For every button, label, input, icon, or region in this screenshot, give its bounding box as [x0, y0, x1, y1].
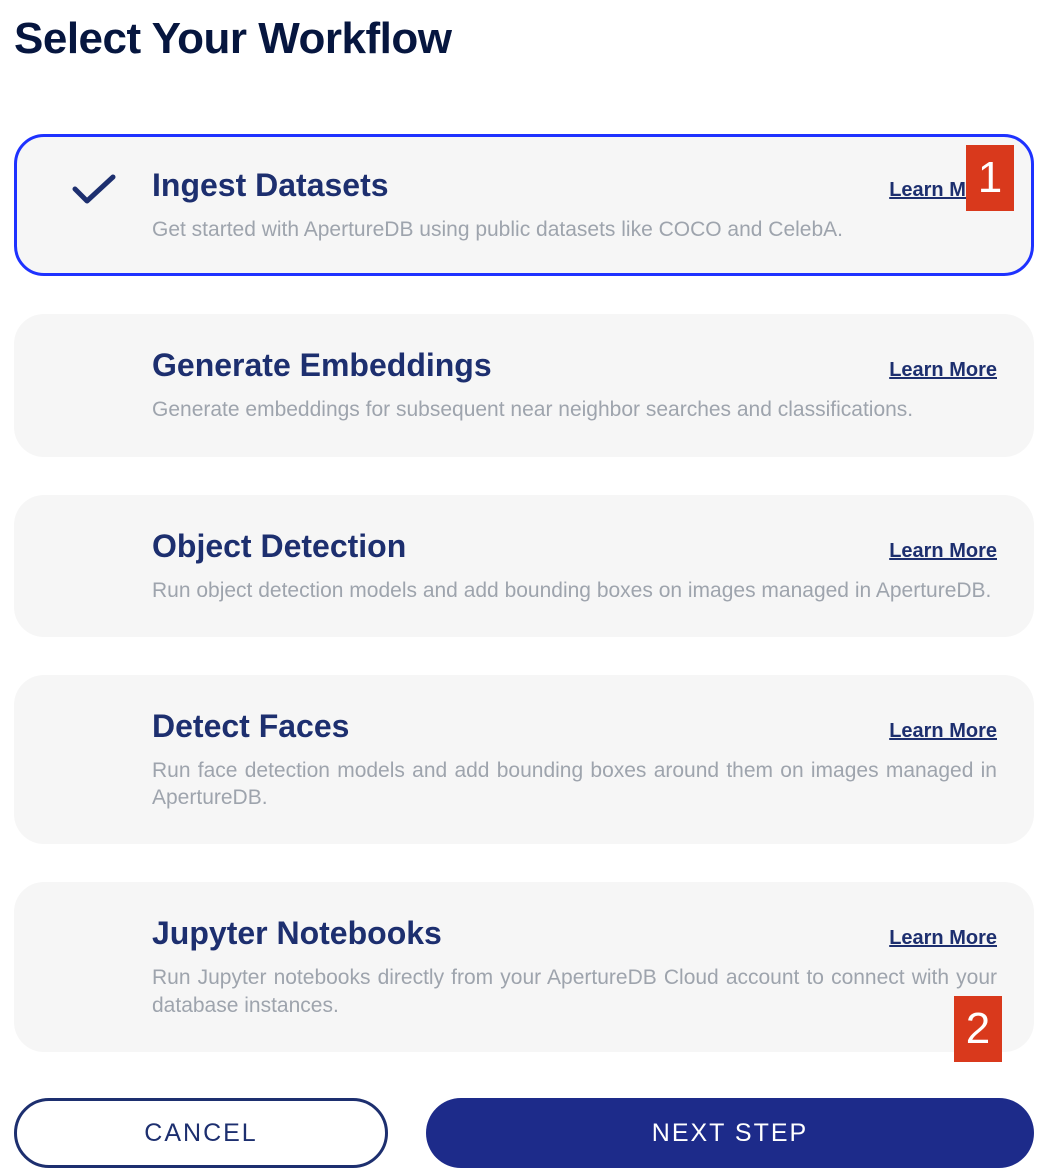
learn-more-link[interactable]: Learn More: [889, 359, 997, 382]
annotation-badge-1: 1: [966, 145, 1014, 211]
learn-more-link[interactable]: Learn More: [889, 927, 997, 950]
workflow-card-jupyter-notebooks[interactable]: Jupyter Notebooks Learn More Run Jupyter…: [14, 882, 1034, 1052]
workflow-card-detect-faces[interactable]: Detect Faces Learn More Run face detecti…: [14, 675, 1034, 845]
card-header: Detect Faces Learn More: [152, 708, 997, 745]
learn-more-link[interactable]: Learn More: [889, 540, 997, 563]
workflow-title: Detect Faces: [152, 708, 349, 745]
workflow-title: Ingest Datasets: [152, 167, 389, 204]
workflow-description: Run Jupyter notebooks directly from your…: [152, 964, 997, 1019]
card-header: Ingest Datasets Learn More: [152, 167, 997, 204]
learn-more-link[interactable]: Learn More: [889, 720, 997, 743]
workflow-card-object-detection[interactable]: Object Detection Learn More Run object d…: [14, 495, 1034, 637]
workflow-card-ingest-datasets[interactable]: Ingest Datasets Learn More Get started w…: [14, 134, 1034, 276]
workflow-description: Get started with ApertureDB using public…: [152, 216, 997, 243]
workflow-description: Run object detection models and add boun…: [152, 577, 997, 604]
cancel-button[interactable]: CANCEL: [14, 1098, 388, 1168]
check-icon: [72, 173, 116, 210]
workflow-title: Jupyter Notebooks: [152, 915, 442, 952]
next-step-button[interactable]: NEXT STEP: [426, 1098, 1034, 1168]
page-title: Select Your Workflow: [14, 14, 1034, 64]
annotation-badge-2: 2: [954, 996, 1002, 1062]
workflow-title: Generate Embeddings: [152, 347, 492, 384]
workflow-list: Ingest Datasets Learn More Get started w…: [14, 134, 1034, 1052]
workflow-description: Generate embeddings for subsequent near …: [152, 396, 997, 423]
card-header: Generate Embeddings Learn More: [152, 347, 997, 384]
workflow-card-generate-embeddings[interactable]: Generate Embeddings Learn More Generate …: [14, 314, 1034, 456]
workflow-description: Run face detection models and add boundi…: [152, 757, 997, 812]
card-header: Object Detection Learn More: [152, 528, 997, 565]
button-row: CANCEL NEXT STEP: [14, 1088, 1034, 1168]
card-header: Jupyter Notebooks Learn More: [152, 915, 997, 952]
workflow-title: Object Detection: [152, 528, 406, 565]
